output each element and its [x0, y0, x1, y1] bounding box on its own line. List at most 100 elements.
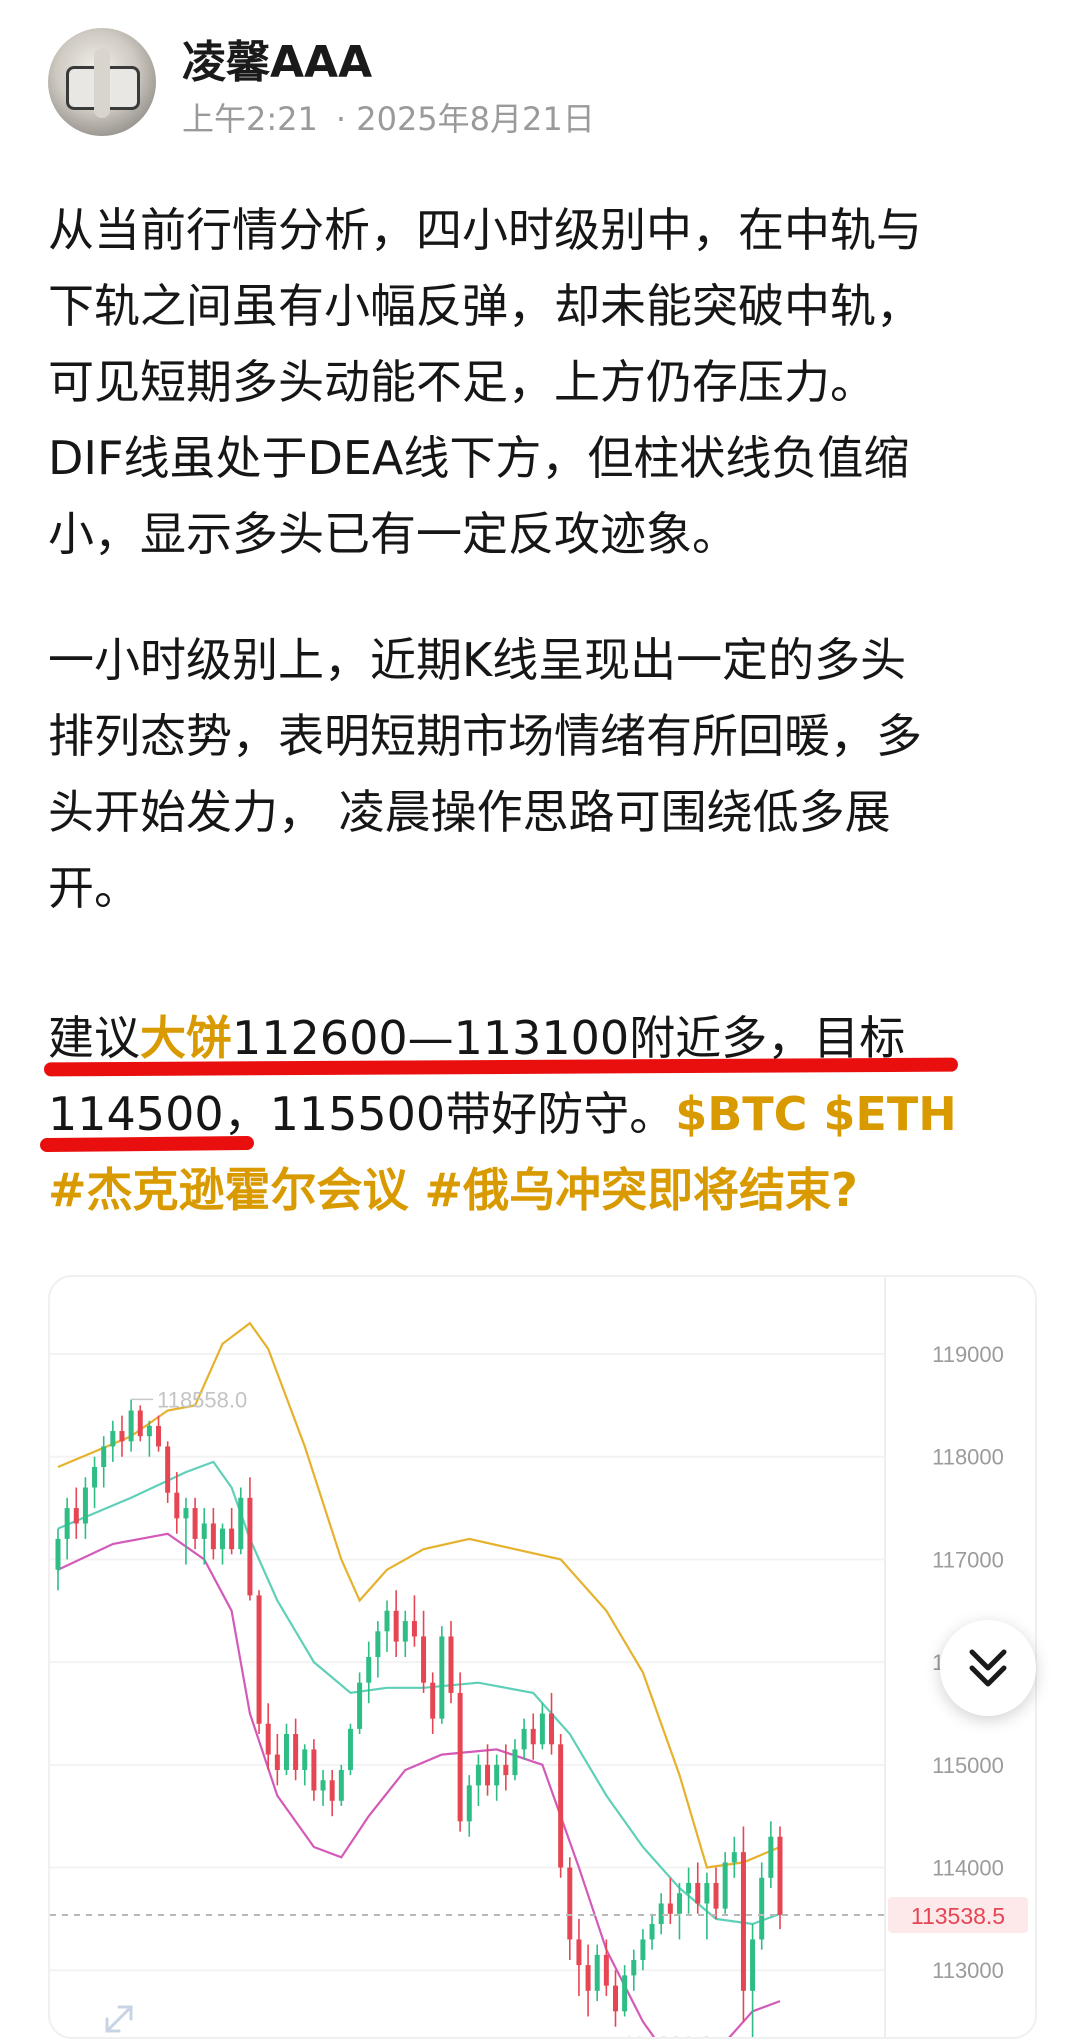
candle	[183, 1497, 189, 1565]
candle	[430, 1672, 436, 1735]
candle-body	[119, 1431, 125, 1442]
candle-body	[722, 1862, 728, 1909]
candle	[686, 1867, 692, 1914]
candle-body	[649, 1924, 655, 1940]
candle	[201, 1508, 207, 1565]
candle	[750, 1924, 756, 2037]
candle-body	[210, 1523, 216, 1550]
candle-body	[375, 1631, 381, 1657]
candle-body	[503, 1764, 509, 1776]
candle-body	[421, 1636, 427, 1683]
candle-body	[357, 1682, 363, 1729]
expand-icon[interactable]	[105, 2005, 133, 2033]
candle-body	[393, 1610, 399, 1642]
candle	[174, 1472, 180, 1534]
candle-body	[238, 1497, 244, 1550]
candle-body	[256, 1595, 262, 1724]
candle	[631, 1949, 637, 1991]
candle-body	[622, 1975, 628, 2012]
candle-body	[128, 1410, 134, 1442]
candle-body	[247, 1497, 253, 1596]
candle-body	[165, 1446, 171, 1493]
candle-body	[320, 1780, 326, 1791]
text-line: 头开始发力， 凌晨操作思路可围绕低多展	[48, 785, 891, 839]
avatar[interactable]	[48, 28, 156, 136]
high-price-label: 118558.0	[157, 1387, 247, 1412]
author-name[interactable]: 凌馨AAA	[182, 26, 372, 90]
candle	[73, 1487, 79, 1539]
candle-body	[521, 1728, 527, 1750]
candle	[466, 1775, 472, 1837]
candle	[101, 1436, 107, 1488]
y-tick-label: 117000	[932, 1547, 1004, 1572]
candle	[165, 1441, 171, 1503]
candle	[740, 1826, 746, 2022]
candle	[731, 1836, 737, 1878]
candle	[192, 1497, 198, 1550]
y-tick-label: 113000	[932, 1958, 1004, 1983]
candle-body	[439, 1636, 445, 1719]
candle-body	[174, 1492, 180, 1519]
candle-body	[384, 1610, 390, 1632]
candle-body	[110, 1431, 116, 1447]
candle	[549, 1692, 555, 1755]
candle	[274, 1734, 280, 1786]
bollinger-middle-band	[57, 1460, 781, 1926]
text-line: 一小时级别上，近期K线呈现出一定的多头	[48, 633, 907, 687]
candle-body	[475, 1764, 481, 1786]
candle-body	[64, 1508, 70, 1539]
highlight-keyword[interactable]: 大饼	[140, 1011, 232, 1065]
candle	[411, 1595, 417, 1647]
candle	[229, 1508, 235, 1555]
hashtag-links[interactable]: #杰克逊霍尔会议 #俄乌冲突即将结束?	[48, 1163, 858, 1217]
candle-body	[494, 1764, 500, 1786]
candle-body	[457, 1692, 463, 1822]
candle-body	[768, 1836, 774, 1878]
candle-body	[73, 1508, 79, 1524]
cashtag-links[interactable]: $BTC $ETH	[675, 1087, 957, 1141]
candle-body	[603, 1954, 609, 1986]
price-chart-card[interactable]: 1190001180001170001160001150001140001130…	[48, 1275, 1037, 2039]
candle	[612, 1970, 618, 2027]
candle	[256, 1590, 262, 1735]
candle-body	[402, 1621, 408, 1642]
candle-body	[567, 1867, 573, 1940]
scroll-down-button[interactable]	[940, 1620, 1036, 1716]
candle-body	[137, 1410, 143, 1437]
candle	[375, 1621, 381, 1678]
chevron-double-down-icon	[969, 1649, 1007, 1687]
text-line: #杰克逊霍尔会议 #俄乌冲突即将结束?	[48, 1152, 1048, 1228]
candle	[704, 1872, 710, 1940]
text-line: 下轨之间虽有小幅反弹，却未能突破中轨，	[48, 279, 922, 333]
candle-body	[338, 1769, 344, 1801]
candle-body	[759, 1877, 765, 1940]
candle	[603, 1939, 609, 1996]
post-date: · 2025年8月21日	[335, 100, 595, 138]
candle	[357, 1672, 363, 1735]
candle	[347, 1723, 353, 1776]
candle-body	[183, 1508, 189, 1519]
candle	[366, 1641, 372, 1704]
text-line: 排列态势，表明短期市场情绪有所回暖，多	[48, 709, 922, 763]
post-meta: 上午2:21 · 2025年8月21日	[182, 94, 613, 140]
candle	[640, 1929, 646, 1971]
candle-body	[92, 1467, 98, 1488]
candle-body	[740, 1852, 746, 1991]
candle	[439, 1626, 445, 1724]
candle	[585, 1944, 591, 2017]
text-line: 小，显示多头已有一定反攻迹象。	[48, 507, 738, 561]
candle-body	[265, 1723, 271, 1755]
post-time: 上午2:21	[182, 100, 318, 138]
candle-body	[448, 1636, 454, 1693]
candle	[448, 1621, 454, 1704]
candle	[156, 1415, 162, 1452]
candle-body	[293, 1734, 299, 1770]
candle-body	[466, 1785, 472, 1822]
candle	[567, 1857, 573, 1960]
candle	[649, 1913, 655, 1950]
candle	[768, 1821, 774, 1889]
candle	[247, 1477, 253, 1601]
candle-body	[329, 1780, 335, 1801]
candle-body	[530, 1728, 536, 1745]
red-underline-annotation	[39, 1135, 255, 1153]
